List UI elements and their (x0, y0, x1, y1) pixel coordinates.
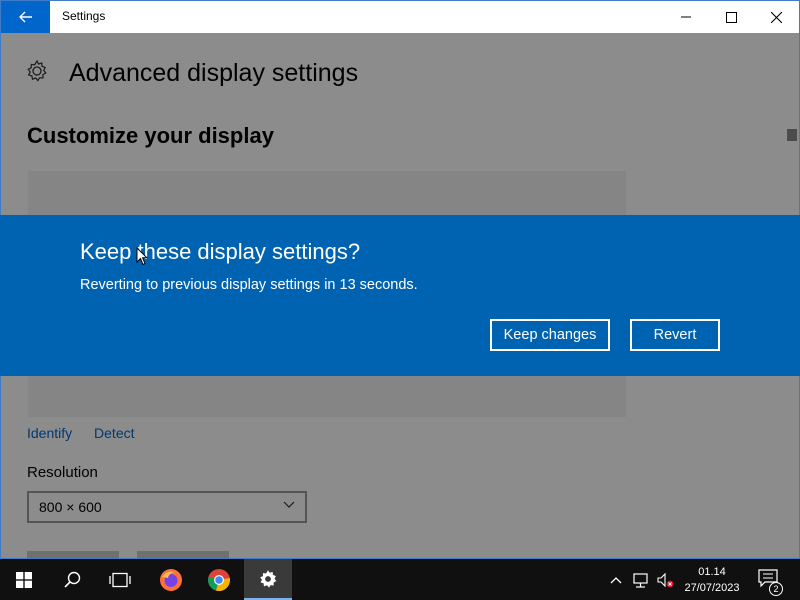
minimize-icon (681, 16, 691, 18)
start-icon (16, 571, 32, 588)
chrome-taskbar-button[interactable] (196, 559, 242, 600)
keep-settings-dialog: Keep these display settings? Reverting t… (0, 215, 800, 376)
search-icon (63, 571, 80, 588)
volume-tray-button[interactable] (654, 559, 676, 600)
task-view-button[interactable] (96, 559, 144, 600)
start-button[interactable] (0, 559, 48, 600)
back-button[interactable] (1, 1, 50, 33)
network-tray-button[interactable] (630, 559, 652, 600)
firefox-icon (160, 568, 182, 591)
tray-date: 27/07/2023 (684, 582, 740, 594)
settings-icon (260, 569, 277, 588)
title-bar: Settings (1, 1, 799, 33)
revert-button[interactable]: Revert (630, 319, 720, 351)
mouse-cursor-icon (136, 247, 148, 266)
dialog-title: Keep these display settings? (80, 239, 361, 264)
maximize-icon (725, 11, 737, 23)
taskbar: 01.14 27/07/2023 2 (0, 559, 800, 600)
back-arrow-icon (18, 11, 32, 23)
dialog-message: Reverting to previous display settings i… (80, 277, 418, 293)
show-hidden-icons-button[interactable] (606, 559, 626, 600)
firefox-taskbar-button[interactable] (148, 559, 194, 600)
window-title: Settings (62, 9, 106, 23)
notification-count-badge: 2 (769, 582, 783, 596)
tray-clock[interactable]: 01.14 27/07/2023 (684, 564, 740, 596)
chevron-up-icon (610, 576, 622, 583)
maximize-button[interactable] (708, 1, 754, 33)
keep-changes-button[interactable]: Keep changes (490, 319, 610, 351)
settings-taskbar-button[interactable] (244, 559, 292, 600)
tray-time: 01.14 (698, 566, 726, 578)
close-button[interactable] (753, 1, 799, 33)
close-icon (770, 11, 782, 23)
network-icon (633, 572, 648, 588)
search-button[interactable] (48, 559, 96, 600)
minimize-button[interactable] (663, 1, 709, 33)
task-view-icon (109, 572, 131, 587)
chrome-icon (208, 568, 230, 591)
volume-muted-icon (657, 572, 674, 587)
